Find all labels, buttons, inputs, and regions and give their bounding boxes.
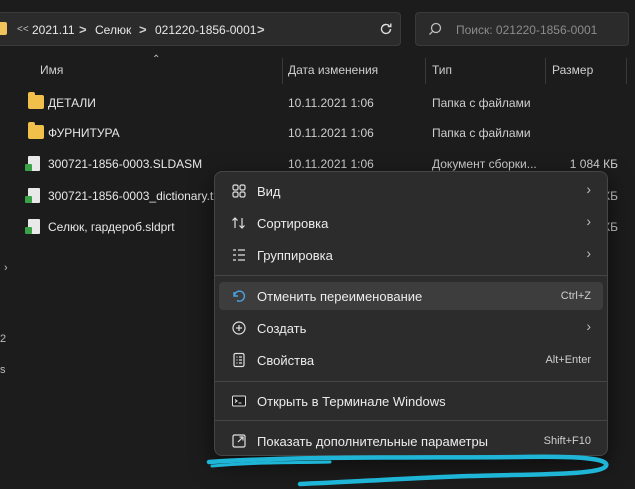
search-icon xyxy=(429,22,442,35)
column-header-type[interactable]: Тип xyxy=(432,63,452,77)
file-size: 1 084 КБ xyxy=(569,157,618,171)
breadcrumb-item[interactable]: 2021.11 xyxy=(32,23,75,37)
column-header-date[interactable]: Дата изменения xyxy=(288,63,378,77)
file-row[interactable]: ДЕТАЛИ 10.11.2021 1:06 Папка с файлами xyxy=(22,88,635,118)
file-name: Селюк, гардероб.sldprt xyxy=(48,220,175,234)
folder-icon xyxy=(0,22,7,35)
file-name: ФУРНИТУРА xyxy=(48,126,120,140)
menu-item-label: Отменить переименование xyxy=(257,289,423,304)
submenu-chevron-icon: › xyxy=(586,245,591,261)
menu-item-shortcut: Shift+F10 xyxy=(543,435,591,447)
breadcrumb-separator: > xyxy=(79,22,87,37)
column-divider[interactable] xyxy=(425,58,426,84)
folder-icon xyxy=(28,92,44,109)
breadcrumb-separator: > xyxy=(139,22,147,37)
menu-item-undo-rename[interactable]: Отменить переименование Ctrl+Z xyxy=(219,282,603,310)
menu-separator xyxy=(215,275,607,276)
column-header-name[interactable]: Имя xyxy=(40,63,63,77)
menu-separator xyxy=(215,420,607,421)
undo-icon xyxy=(233,290,246,302)
menu-item-new[interactable]: Создать › xyxy=(219,314,603,342)
menu-item-more-options[interactable]: Показать дополнительные параметры Shift+… xyxy=(219,427,603,455)
terminal-icon xyxy=(232,395,246,407)
menu-item-label: Группировка xyxy=(257,248,333,263)
search-box[interactable]: Поиск: 021220-1856-0001 xyxy=(415,12,629,46)
breadcrumb-overflow[interactable]: << xyxy=(17,24,29,35)
sort-up-icon: ⌃ xyxy=(152,54,161,65)
file-date: 10.11.2021 1:06 xyxy=(288,96,374,110)
menu-item-view[interactable]: Вид › xyxy=(219,177,603,205)
menu-separator xyxy=(215,381,607,382)
sort-icon xyxy=(232,217,245,229)
menu-item-label: Вид xyxy=(257,184,281,199)
submenu-chevron-icon: › xyxy=(586,213,591,229)
more-options-icon xyxy=(232,434,246,448)
file-name: 300721-1856-0003.SLDASM xyxy=(48,157,203,171)
nav-pane-fragment[interactable]: s xyxy=(0,364,6,376)
menu-item-label: Сортировка xyxy=(257,216,329,231)
column-header-size[interactable]: Размер xyxy=(552,63,593,77)
menu-item-properties[interactable]: Свойства Alt+Enter xyxy=(219,346,603,374)
menu-item-group[interactable]: Группировка › xyxy=(219,241,603,269)
text-file-icon xyxy=(25,188,40,203)
new-icon xyxy=(232,321,246,335)
part-file-icon xyxy=(25,219,40,234)
nav-pane-fragment[interactable]: 2 xyxy=(0,333,6,345)
file-date: 10.11.2021 1:06 xyxy=(288,126,374,140)
refresh-icon xyxy=(380,23,392,35)
refresh-button[interactable] xyxy=(371,12,401,46)
context-menu: Вид › Сортировка › Группировка › Отменит… xyxy=(214,171,608,456)
address-bar[interactable]: << 2021.11 > Селюк > 021220-1856-0001 > xyxy=(0,12,401,46)
group-icon xyxy=(233,249,245,261)
file-name: ДЕТАЛИ xyxy=(48,96,96,110)
breadcrumb-item[interactable]: 021220-1856-0001 xyxy=(155,23,256,37)
assembly-file-icon xyxy=(25,156,40,171)
menu-item-label: Свойства xyxy=(257,353,315,368)
folder-icon xyxy=(28,122,44,139)
view-grid-icon xyxy=(232,184,246,198)
breadcrumb-item[interactable]: Селюк xyxy=(95,23,131,37)
menu-item-shortcut: Ctrl+Z xyxy=(560,290,591,302)
menu-item-label: Создать xyxy=(257,321,307,336)
menu-item-open-terminal[interactable]: Открыть в Терминале Windows xyxy=(219,387,603,415)
menu-item-sort[interactable]: Сортировка › xyxy=(219,209,603,237)
file-type: Папка с файлами xyxy=(432,96,531,110)
column-divider[interactable] xyxy=(626,58,627,84)
search-input[interactable]: Поиск: 021220-1856-0001 xyxy=(456,23,597,37)
menu-item-shortcut: Alt+Enter xyxy=(545,354,591,366)
breadcrumb-separator: > xyxy=(257,22,265,37)
file-row[interactable]: ФУРНИТУРА 10.11.2021 1:06 Папка с файлам… xyxy=(22,118,635,148)
file-type: Папка с файлами xyxy=(432,126,531,140)
file-date: 10.11.2021 1:06 xyxy=(288,157,374,171)
menu-item-label: Открыть в Терминале Windows xyxy=(257,394,446,409)
file-type: Документ сборки... xyxy=(432,157,537,171)
submenu-chevron-icon: › xyxy=(586,181,591,197)
file-name: 300721-1856-0003_dictionary.tx xyxy=(48,189,220,203)
submenu-chevron-icon: › xyxy=(586,318,591,334)
properties-icon xyxy=(233,352,245,368)
column-divider[interactable] xyxy=(282,58,283,84)
column-divider[interactable] xyxy=(545,58,546,84)
nav-chevron-icon[interactable]: › xyxy=(4,262,8,274)
menu-item-label: Показать дополнительные параметры xyxy=(257,434,489,449)
